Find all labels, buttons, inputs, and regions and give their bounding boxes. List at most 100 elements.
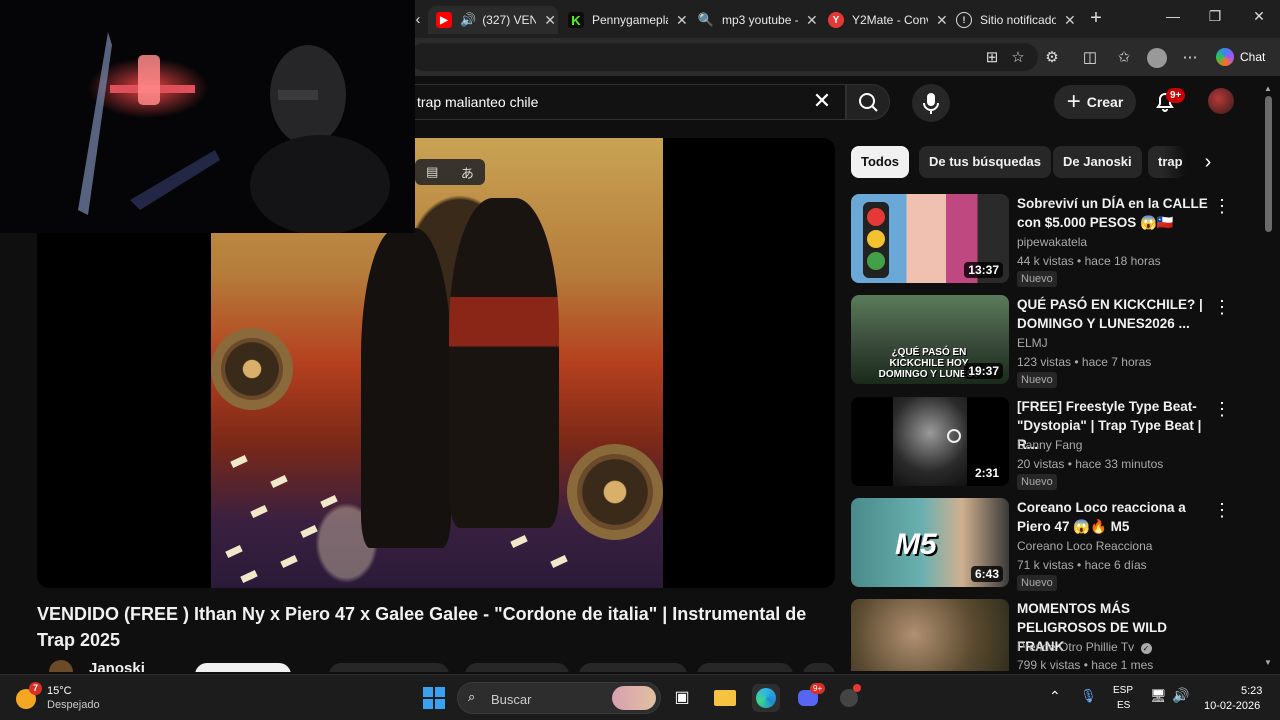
video-thumbnail[interactable]: 13:37 xyxy=(851,194,1009,283)
chip-trap[interactable]: trap xyxy=(1148,146,1186,178)
share-button[interactable] xyxy=(465,663,569,672)
create-button[interactable]: + Crear xyxy=(1054,85,1136,119)
upload-age: hace 7 horas xyxy=(1081,355,1152,369)
favorite-star-icon[interactable]: ☆ xyxy=(1008,48,1028,68)
channel-name[interactable]: Janoski xyxy=(89,660,145,672)
recommendation-channel[interactable]: Coreano Loco Reacciona xyxy=(1017,539,1152,553)
search-button[interactable] xyxy=(846,84,890,120)
chip-from-channel[interactable]: De Janoski xyxy=(1053,146,1142,178)
more-menu-icon[interactable]: ⋯ xyxy=(1180,48,1200,68)
player-overlay-buttons: ▤ あ xyxy=(415,159,485,185)
chip-from-searches[interactable]: De tus búsquedas xyxy=(919,146,1051,178)
recommendation-item[interactable]: 13:37 Sobreviví un DÍA en la CALLE con $… xyxy=(851,194,1231,287)
weather-description: Despejado xyxy=(47,699,100,711)
tab-youtube[interactable]: ▶ 🔊 (327) VENDIDO ✕ xyxy=(428,6,558,34)
input-language[interactable]: ESP xyxy=(1113,685,1133,696)
favorites-icon[interactable]: ✩ xyxy=(1114,48,1134,68)
chevron-up-icon[interactable]: ⌃ xyxy=(1049,688,1061,705)
account-avatar[interactable] xyxy=(1208,88,1234,114)
transcript-icon[interactable]: ▤ xyxy=(426,164,438,180)
recommendation-title[interactable]: Sobreviví un DÍA en la CALLE con $5.000 … xyxy=(1017,194,1209,232)
more-vert-icon[interactable]: ⋮ xyxy=(1213,297,1231,318)
download-button[interactable] xyxy=(579,663,687,672)
microphone-icon xyxy=(923,93,939,114)
clear-search-icon[interactable]: ✕ xyxy=(808,88,836,116)
banknote xyxy=(270,474,288,489)
address-bar[interactable] xyxy=(410,43,1038,71)
close-tab-icon[interactable]: ✕ xyxy=(806,12,818,29)
recommendation-channel[interactable]: pipewakatela xyxy=(1017,235,1087,249)
taskbar-search-input[interactable]: ⌕ Buscar xyxy=(457,682,661,714)
windows-start-icon[interactable] xyxy=(420,684,448,712)
tab-kick[interactable]: K Pennygameplay ✕ xyxy=(560,6,688,34)
split-screen-icon[interactable]: ◫ xyxy=(1080,48,1100,68)
scroll-up-icon[interactable]: ▲ xyxy=(1264,84,1272,93)
like-button[interactable] xyxy=(329,663,449,672)
close-tab-icon[interactable]: ✕ xyxy=(676,12,688,29)
minimize-icon[interactable]: — xyxy=(1158,8,1188,24)
extensions-icon[interactable]: ⚙ xyxy=(1042,48,1062,68)
close-window-icon[interactable]: ✕ xyxy=(1244,8,1274,25)
scrollbar-thumb[interactable] xyxy=(1265,96,1272,232)
more-vert-icon[interactable]: ⋮ xyxy=(1213,500,1231,521)
tab-search[interactable]: 🔍 mp3 youtube - ✕ xyxy=(690,6,818,34)
volume-icon[interactable]: 🔊 xyxy=(1172,687,1189,704)
clock-time[interactable]: 5:23 xyxy=(1241,685,1262,697)
view-count: 123 vistas xyxy=(1017,355,1072,369)
video-thumbnail[interactable]: M5 6:43 xyxy=(851,498,1009,587)
recommendation-item[interactable]: ¿QUÉ PASÓ EN KICKCHILE HOY DOMINGO Y LUN… xyxy=(851,295,1231,388)
task-view-icon[interactable]: ▣ xyxy=(668,684,696,712)
file-explorer-icon[interactable] xyxy=(711,684,739,712)
tab-y2mate[interactable]: Y Y2Mate - Conv ✕ xyxy=(820,6,948,34)
close-tab-icon[interactable]: ✕ xyxy=(936,12,948,29)
video-thumbnail[interactable] xyxy=(851,599,1009,671)
mic-tray-icon[interactable]: 🎙 xyxy=(1080,688,1097,704)
recommendation-title[interactable]: QUÉ PASÓ EN KICKCHILE? | DOMINGO Y LUNES… xyxy=(1017,295,1209,333)
upload-age: hace 33 minutos xyxy=(1075,457,1164,471)
video-thumbnail[interactable]: 2:31 xyxy=(851,397,1009,486)
meta-separator: • xyxy=(1074,355,1079,369)
more-vert-icon[interactable]: ⋮ xyxy=(1213,399,1231,420)
maximize-icon[interactable]: ❐ xyxy=(1200,8,1230,25)
view-count: 71 k vistas xyxy=(1017,558,1074,572)
person-figure xyxy=(361,228,451,548)
clock-date[interactable]: 10-02-2026 xyxy=(1204,700,1260,712)
network-icon[interactable]: 🖥 xyxy=(1150,688,1167,704)
more-actions-button[interactable] xyxy=(803,663,835,672)
chat-button[interactable]: Chat xyxy=(1212,44,1275,70)
banknote xyxy=(230,454,248,469)
banknote xyxy=(550,554,568,569)
recommendation-item[interactable]: MOMENTOS MÁS PELIGROSOS DE WILD FRANK Pr… xyxy=(851,599,1221,671)
search-icon: 🔍 xyxy=(697,12,715,27)
recommendation-channel[interactable]: ELMJ xyxy=(1017,336,1048,350)
translate-icon[interactable]: あ xyxy=(461,163,474,182)
new-tab-icon[interactable]: + xyxy=(1086,8,1106,28)
person-figure xyxy=(449,198,559,528)
speaker-icon[interactable]: 🔊 xyxy=(460,12,476,28)
channel-avatar[interactable] xyxy=(49,660,73,672)
search-input[interactable]: trap malianteo chile xyxy=(360,84,846,120)
voice-search-button[interactable] xyxy=(912,84,950,122)
clip-button[interactable] xyxy=(697,663,793,672)
subscribe-button[interactable] xyxy=(195,663,291,672)
close-tab-icon[interactable]: ✕ xyxy=(1064,12,1076,29)
recommendation-channel[interactable]: Prende Otro Phillie Tv ✓ xyxy=(1017,640,1152,654)
recommendation-item[interactable]: 2:31 [FREE] Freestyle Type Beat- "Dystop… xyxy=(851,397,1231,490)
chevron-right-icon[interactable]: › xyxy=(1194,148,1222,176)
more-vert-icon[interactable]: ⋮ xyxy=(1213,196,1231,217)
recommendation-title[interactable]: Coreano Loco reacciona a Piero 47 😱🔥 M5 xyxy=(1017,498,1209,536)
more-vert-icon[interactable]: ⋮ xyxy=(1213,601,1221,622)
edge-browser-icon[interactable] xyxy=(752,684,780,712)
recommendation-channel[interactable]: Danny Fang xyxy=(1017,438,1082,452)
loading-circle-icon xyxy=(947,429,961,443)
input-locale[interactable]: ES xyxy=(1117,700,1130,711)
tab-warning[interactable]: ! Sitio notificado ✕ xyxy=(948,6,1076,34)
recommendation-meta: 123 vistas • hace 7 horas xyxy=(1017,355,1151,369)
chip-all[interactable]: Todos xyxy=(851,146,910,178)
scroll-down-icon[interactable]: ▼ xyxy=(1264,658,1272,667)
apps-icon[interactable]: ⊞ xyxy=(982,48,1002,68)
profile-icon[interactable] xyxy=(1147,48,1167,68)
video-thumbnail[interactable]: ¿QUÉ PASÓ EN KICKCHILE HOY DOMINGO Y LUN… xyxy=(851,295,1009,384)
close-tab-icon[interactable]: ✕ xyxy=(544,12,556,29)
recommendation-item[interactable]: M5 6:43 Coreano Loco reacciona a Piero 4… xyxy=(851,498,1231,591)
